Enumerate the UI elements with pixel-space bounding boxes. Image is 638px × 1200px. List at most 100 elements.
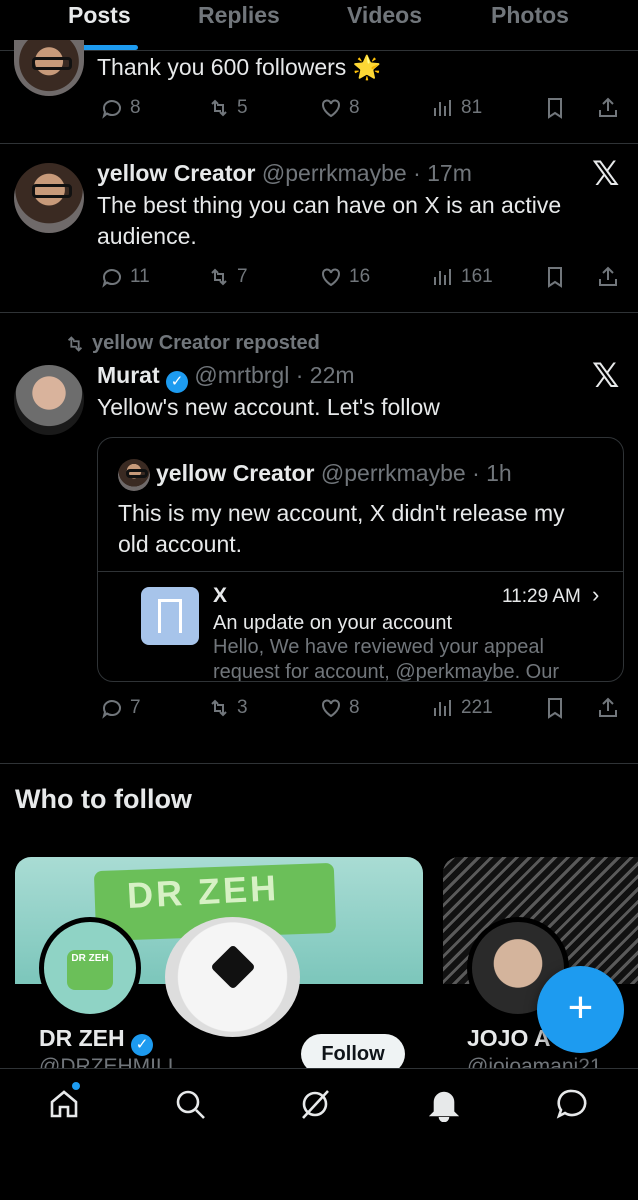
views-button[interactable]: 221: [431, 696, 493, 720]
author-handle[interactable]: @mrtbrgl: [194, 362, 289, 388]
reply-button[interactable]: 11: [100, 265, 150, 289]
divider: [0, 143, 638, 144]
grok-icon[interactable]: [297, 1086, 333, 1122]
author-name[interactable]: Murat: [97, 362, 160, 388]
views-count: 161: [461, 266, 493, 287]
divider: [0, 50, 638, 51]
repost-count: 3: [237, 697, 248, 718]
avatar[interactable]: [14, 40, 84, 96]
reply-icon: [102, 700, 121, 719]
reply-icon: [102, 269, 121, 288]
quote-time: 1h: [486, 460, 512, 486]
section-title: Who to follow: [15, 784, 192, 814]
message-time: 11:29 AM: [502, 586, 581, 607]
repost-count: 7: [237, 266, 248, 287]
separator-dot: ·: [465, 460, 487, 486]
repost-icon: [211, 268, 227, 286]
message-preview: request for account, @perkmaybe. Our: [213, 661, 560, 681]
follow-card[interactable]: JOJO A @jojoamani21: [443, 857, 638, 1087]
tab-posts[interactable]: Posts: [68, 2, 131, 29]
card-avatar[interactable]: DR ZEH: [39, 917, 141, 1019]
post-text: Thank you 600 followers 🌟: [97, 52, 381, 83]
bell-icon[interactable]: [426, 1086, 462, 1123]
share-icon: [599, 97, 617, 117]
divider: [98, 571, 623, 572]
message-subject: An update on your account: [213, 612, 453, 634]
views-icon: [434, 269, 451, 285]
post-text-content: Thank you 600 followers: [97, 54, 347, 80]
heart-icon: [322, 268, 340, 287]
like-button[interactable]: 8: [319, 696, 360, 720]
share-button[interactable]: [596, 265, 620, 289]
search-icon[interactable]: [172, 1086, 208, 1122]
reply-button[interactable]: 8: [100, 96, 141, 120]
post-time[interactable]: 22m: [310, 362, 355, 388]
post-text: Yellow's new account. Let's follow: [97, 394, 440, 420]
bookmark-button[interactable]: [543, 96, 567, 120]
quoted-post[interactable]: yellow Creator @perrkmaybe · 1h This is …: [97, 437, 624, 682]
chat-icon[interactable]: [554, 1086, 590, 1122]
author-name[interactable]: yellow Creator: [97, 160, 256, 186]
banner-text: DR ZEH: [126, 867, 280, 916]
share-icon: [599, 697, 617, 717]
repost-indicator[interactable]: yellow Creator reposted: [64, 332, 320, 355]
repost-button[interactable]: 5: [207, 96, 248, 120]
repost-icon: [67, 335, 83, 352]
notification-dot: [72, 1082, 80, 1090]
quote-header: yellow Creator @perrkmaybe · 1h: [156, 458, 512, 489]
card-name: JOJO A: [467, 1025, 551, 1051]
like-button[interactable]: 8: [319, 96, 360, 120]
post-time[interactable]: 17m: [427, 160, 472, 186]
tab-replies[interactable]: Replies: [198, 2, 280, 29]
plus-icon: +: [567, 983, 594, 1032]
message-sender: X: [213, 584, 228, 607]
heart-icon: [322, 699, 340, 718]
separator-dot: ·: [289, 362, 310, 388]
bookmark-icon: [548, 267, 562, 288]
views-icon: [434, 700, 451, 716]
repost-button[interactable]: 7: [207, 265, 248, 289]
x-logo-icon: 𝕏: [592, 356, 620, 396]
repost-count: 5: [237, 97, 248, 118]
home-icon[interactable]: [46, 1086, 82, 1122]
reply-icon: [102, 100, 121, 119]
tab-videos[interactable]: Videos: [347, 2, 422, 29]
repost-button[interactable]: 3: [207, 696, 248, 720]
message-preview: Hello, We have reviewed your appeal: [213, 636, 544, 658]
bookmark-button[interactable]: [543, 696, 567, 720]
like-count: 8: [349, 97, 360, 118]
bookmark-button[interactable]: [543, 265, 567, 289]
quote-author-handle: @perrkmaybe: [320, 460, 466, 486]
compose-post-button[interactable]: +: [537, 966, 624, 1053]
chevron-right-icon[interactable]: ›: [592, 582, 599, 608]
verified-badge-icon: ✓: [166, 371, 189, 393]
quote-avatar: [118, 459, 150, 491]
tab-photos[interactable]: Photos: [491, 2, 569, 29]
repost-icon: [211, 699, 227, 717]
reply-count: 8: [130, 97, 141, 118]
avatar-badge: DR ZEH: [67, 950, 113, 990]
share-icon: [599, 266, 617, 286]
share-button[interactable]: [596, 96, 620, 120]
avatar[interactable]: [14, 365, 84, 435]
post-header: yellow Creator @perrkmaybe · 17m: [97, 158, 472, 189]
views-button[interactable]: 161: [431, 265, 493, 289]
views-button[interactable]: 81: [431, 96, 482, 120]
views-count: 81: [461, 97, 483, 118]
share-button[interactable]: [596, 696, 620, 720]
profile-tabs: Posts Replies Videos Photos: [0, 0, 638, 52]
like-button[interactable]: 16: [319, 265, 370, 289]
separator-dot: ·: [406, 160, 428, 186]
verified-badge-icon: ✓: [131, 1034, 154, 1056]
like-count: 8: [349, 697, 360, 718]
reply-button[interactable]: 7: [100, 696, 141, 720]
post-header: Murat ✓ @mrtbrgl · 22m: [97, 360, 355, 393]
soccer-ball-icon: [165, 917, 300, 1037]
building-icon: [141, 587, 199, 645]
bookmark-icon: [548, 98, 562, 119]
author-handle[interactable]: @perrkmaybe: [262, 160, 407, 186]
post-text: The best thing you can have on X is an a…: [97, 192, 562, 249]
like-count: 16: [349, 266, 371, 287]
quote-text: This is my new account, X didn't release…: [118, 500, 565, 557]
avatar[interactable]: [14, 163, 84, 233]
